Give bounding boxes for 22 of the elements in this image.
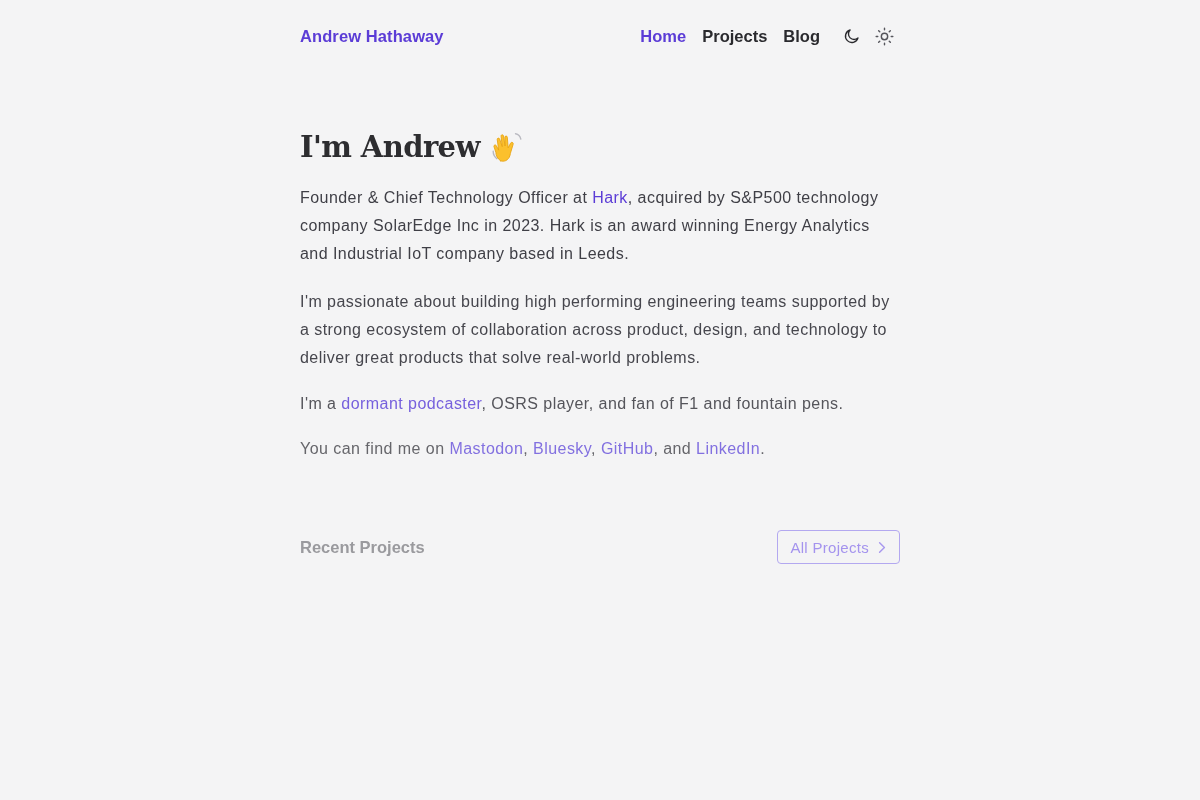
site-title-link[interactable]: Andrew Hathaway (300, 26, 444, 46)
moon-icon (843, 27, 861, 45)
sun-icon (874, 26, 894, 46)
nav-link[interactable]: Blog (783, 26, 820, 46)
bio-paragraph: Founder & Chief Technology Officer at Hark, acquired by S&P500 technology company SolarEdge Inc in 2023. Hark is an award winning Energy Analytics and Industrial IoT company based in Leeds. (300, 188, 880, 264)
text-link[interactable]: Mastodon (449, 440, 524, 457)
text-link[interactable]: Hark (592, 189, 628, 206)
text-link[interactable]: dormant podcaster (341, 395, 482, 412)
bio-paragraph: I'm a dormant podcaster, OSRS player, and fan of F1 and fountain pens. (300, 394, 845, 414)
light-mode-button[interactable] (874, 26, 894, 46)
section-heading: Recent Projects (300, 537, 425, 557)
page-heading: I'm Andrew (300, 129, 480, 166)
text-link[interactable]: LinkedIn (696, 440, 761, 457)
nav-link[interactable]: Home (640, 26, 687, 46)
nav-link[interactable]: Projects (702, 26, 768, 46)
bio-paragraph: I'm passionate about building high performing engineering teams supported by a strong ecosystem of collaboration across product, design, and technology to deliver great products that solve real-world problems. (300, 292, 891, 368)
bio-paragraph: You can find me on Mastodon, Bluesky, GitHub, and LinkedIn. (300, 439, 767, 459)
dark-mode-button[interactable] (842, 26, 862, 46)
chevron-right-icon (878, 540, 886, 554)
text-link[interactable]: GitHub (600, 440, 654, 457)
all-projects-button[interactable]: All Projects (777, 530, 900, 564)
text-link[interactable]: Bluesky (533, 440, 592, 457)
